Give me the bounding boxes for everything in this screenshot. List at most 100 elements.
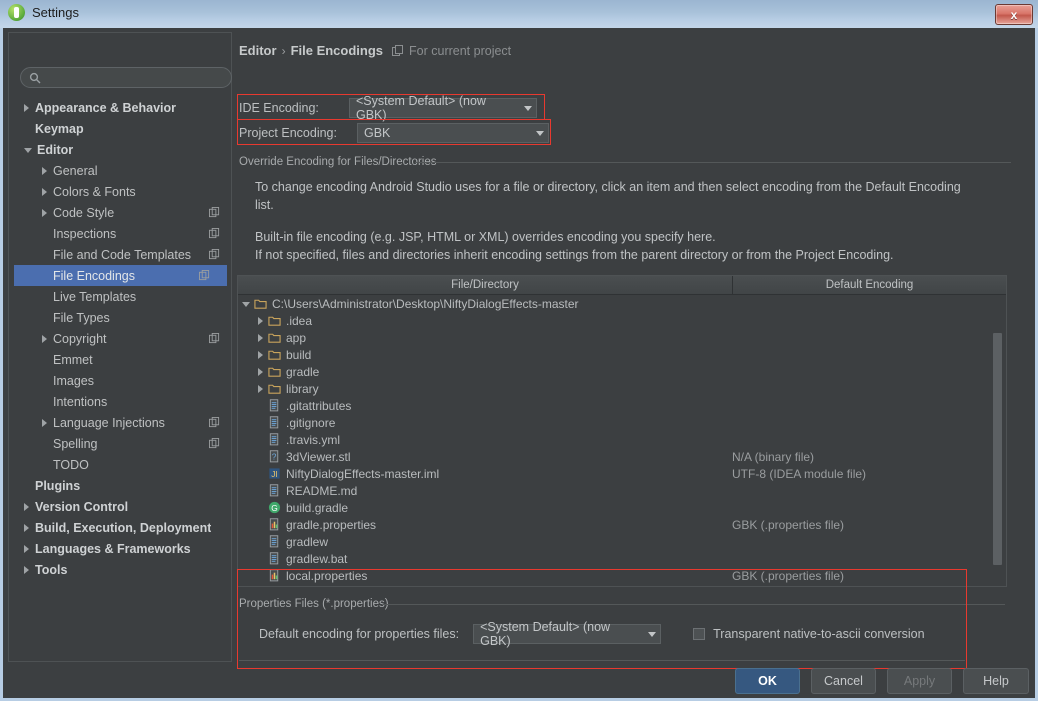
properties-group-divider <box>383 604 1005 605</box>
table-row[interactable]: build <box>238 346 1006 363</box>
sidebar-item-label: Languages & Frameworks <box>35 542 191 556</box>
file-encoding-cell: UTF-8 (IDEA module file) <box>732 467 866 481</box>
file-name-label: local.properties <box>286 569 367 583</box>
sidebar-item-todo[interactable]: TODO <box>14 454 237 475</box>
properties-default-encoding-label: Default encoding for properties files: <box>259 627 459 641</box>
sidebar-item-file-encodings[interactable]: File Encodings <box>14 265 227 286</box>
chevron-right-icon[interactable] <box>258 351 263 359</box>
sidebar-item-intentions[interactable]: Intentions <box>14 391 237 412</box>
sidebar-item-spelling[interactable]: Spelling <box>14 433 237 454</box>
table-scrollbar-thumb[interactable] <box>993 333 1002 565</box>
ok-button[interactable]: OK <box>735 668 800 694</box>
file-name-cell: C:\Users\Administrator\Desktop\NiftyDial… <box>238 297 579 311</box>
chevron-down-icon[interactable] <box>242 302 250 307</box>
sidebar-item-colors-fonts[interactable]: Colors & Fonts <box>14 181 237 202</box>
project-scope-icon <box>209 207 220 221</box>
sidebar-item-emmet[interactable]: Emmet <box>14 349 237 370</box>
chevron-right-icon[interactable] <box>258 385 263 393</box>
table-row[interactable]: ?3dViewer.stlN/A (binary file) <box>238 448 1006 465</box>
table-row[interactable]: app <box>238 329 1006 346</box>
sidebar-item-editor[interactable]: Editor <box>14 139 237 160</box>
sidebar-item-languages-frameworks[interactable]: Languages & Frameworks <box>14 538 237 559</box>
sidebar-item-plugins[interactable]: Plugins <box>14 475 237 496</box>
project-encoding-label: Project Encoding: <box>239 126 357 140</box>
transparent-native-ascii-label[interactable]: Transparent native-to-ascii conversion <box>713 627 924 641</box>
table-row[interactable]: local.propertiesGBK (.properties file) <box>238 567 1006 584</box>
sidebar-item-label: Plugins <box>35 479 80 493</box>
sidebar-item-tools[interactable]: Tools <box>14 559 237 580</box>
sidebar-item-label: Spelling <box>53 437 97 451</box>
file-name-cell: gradlew <box>238 535 328 549</box>
sidebar-item-label: Language Injections <box>53 416 165 430</box>
table-row[interactable]: gradlew.bat <box>238 550 1006 567</box>
settings-window: Settings x Appearance & BehaviorKeymapEd… <box>0 0 1038 701</box>
file-name-label: app <box>286 331 306 345</box>
search-input[interactable] <box>47 70 229 88</box>
file-name-label: .gitignore <box>286 416 335 430</box>
chevron-down-icon <box>648 632 656 637</box>
file-name-label: build <box>286 348 311 362</box>
table-row[interactable]: README.md <box>238 482 1006 499</box>
project-scope-icon <box>209 333 220 347</box>
column-header-default-encoding[interactable]: Default Encoding <box>733 276 1006 294</box>
properties-default-encoding-combo[interactable]: <System Default> (now GBK) <box>473 624 661 644</box>
breadcrumb-parent[interactable]: Editor <box>239 43 277 58</box>
table-row[interactable]: .idea <box>238 312 1006 329</box>
table-row[interactable]: .travis.yml <box>238 431 1006 448</box>
table-row[interactable]: library <box>238 380 1006 397</box>
table-row[interactable]: C:\Users\Administrator\Desktop\NiftyDial… <box>238 295 1006 312</box>
svg-text:JI: JI <box>271 469 278 479</box>
sidebar-item-copyright[interactable]: Copyright <box>14 328 237 349</box>
sidebar-item-keymap[interactable]: Keymap <box>14 118 237 139</box>
transparent-native-ascii-checkbox[interactable] <box>693 628 705 640</box>
project-scope-icon <box>209 249 220 263</box>
sidebar-item-label: Appearance & Behavior <box>35 101 176 115</box>
table-row[interactable]: Gbuild.gradle <box>238 499 1006 516</box>
cancel-button[interactable]: Cancel <box>811 668 876 694</box>
sidebar-item-build-execution-deployment[interactable]: Build, Execution, Deployment <box>14 517 237 538</box>
sidebar-item-label: Inspections <box>53 227 116 241</box>
sidebar-item-code-style[interactable]: Code Style <box>14 202 237 223</box>
sidebar-item-file-types[interactable]: File Types <box>14 307 237 328</box>
file-name-label: gradle <box>286 365 319 379</box>
sidebar-item-label: Emmet <box>53 353 93 367</box>
close-button[interactable]: x <box>995 4 1033 25</box>
sidebar-item-appearance-behavior[interactable]: Appearance & Behavior <box>14 97 237 118</box>
sidebar-item-general[interactable]: General <box>14 160 237 181</box>
table-row[interactable]: .gitignore <box>238 414 1006 431</box>
sidebar-item-version-control[interactable]: Version Control <box>14 496 237 517</box>
help-button[interactable]: Help <box>963 668 1029 694</box>
table-row[interactable]: gradle <box>238 363 1006 380</box>
file-name-label: .gitattributes <box>286 399 351 413</box>
table-row[interactable]: JINiftyDialogEffects-master.imlUTF-8 (ID… <box>238 465 1006 482</box>
chevron-right-icon[interactable] <box>258 368 263 376</box>
properties-default-encoding-row: Default encoding for properties files: <… <box>259 624 925 644</box>
search-box[interactable] <box>20 67 232 88</box>
sidebar-item-language-injections[interactable]: Language Injections <box>14 412 237 433</box>
file-name-label: README.md <box>286 484 357 498</box>
chevron-right-icon[interactable] <box>258 317 263 325</box>
settings-category-tree: Appearance & Behavior KeymapEditorGeneral… <box>14 97 237 580</box>
ide-encoding-combo[interactable]: <System Default> (now GBK) <box>349 98 537 118</box>
ide-encoding-value: <System Default> (now GBK) <box>356 94 518 122</box>
sidebar-item-live-templates[interactable]: Live Templates <box>14 286 237 307</box>
sidebar-item-inspections[interactable]: Inspections <box>14 223 237 244</box>
sidebar-item-file-and-code-templates[interactable]: File and Code Templates <box>14 244 237 265</box>
sidebar-item-images[interactable]: Images <box>14 370 237 391</box>
table-scrollbar-track[interactable] <box>995 296 1004 561</box>
project-encoding-combo[interactable]: GBK <box>357 123 549 143</box>
file-name-cell: gradlew.bat <box>238 552 347 566</box>
file-encoding-cell: GBK (.properties file) <box>732 518 844 532</box>
table-header: File/Directory Default Encoding <box>238 276 1006 295</box>
chevron-right-icon[interactable] <box>258 334 263 342</box>
column-header-file-directory[interactable]: File/Directory <box>238 276 733 294</box>
file-name-cell: build <box>238 348 311 362</box>
table-row[interactable]: gradle.propertiesGBK (.properties file) <box>238 516 1006 533</box>
chevron-right-icon <box>42 167 47 175</box>
table-row[interactable]: .gitattributes <box>238 397 1006 414</box>
project-scope-icon <box>209 417 220 431</box>
table-row[interactable]: gradlew <box>238 533 1006 550</box>
chevron-right-icon <box>24 104 29 112</box>
sidebar-item-label: Code Style <box>53 206 114 220</box>
chevron-right-icon <box>24 566 29 574</box>
